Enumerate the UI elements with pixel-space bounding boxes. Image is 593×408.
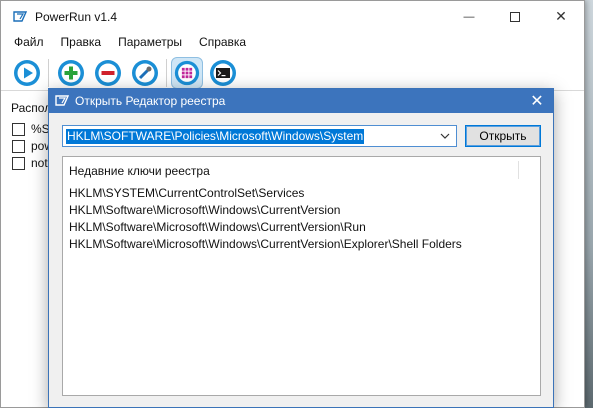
window-title: PowerRun v1.4 — [35, 10, 118, 24]
menu-bar: Файл Правка Параметры Справка — [1, 32, 584, 52]
list-item[interactable]: HKLM\Software\Microsoft\Windows\CurrentV… — [69, 220, 366, 234]
remove-button[interactable] — [92, 57, 124, 89]
app-logo-icon — [55, 95, 69, 106]
minus-icon — [95, 60, 121, 86]
plus-icon — [58, 60, 84, 86]
dialog-title: Открыть Редактор реестра — [75, 94, 226, 108]
column-divider — [518, 161, 519, 179]
run-button[interactable] — [11, 57, 43, 89]
checkbox[interactable] — [12, 156, 25, 170]
console-icon — [210, 60, 236, 86]
checkbox[interactable] — [12, 139, 25, 153]
maximize-icon — [510, 11, 520, 22]
toolbar-separator — [166, 59, 167, 87]
edit-icon — [132, 60, 158, 86]
title-bar[interactable]: PowerRun v1.4 — ✕ — [1, 1, 584, 32]
minimize-button[interactable]: — — [446, 1, 492, 32]
close-button[interactable]: ✕ — [538, 1, 584, 32]
list-header: Недавние ключи реестра — [69, 164, 210, 178]
open-button[interactable]: Открыть — [465, 125, 541, 147]
open-registry-dialog: Открыть Редактор реестра ✕ HKLM\SOFTWARE… — [48, 88, 554, 408]
menu-edit[interactable]: Правка — [52, 35, 110, 49]
dialog-title-bar[interactable]: Открыть Редактор реестра ✕ — [49, 89, 553, 113]
dialog-close-button[interactable]: ✕ — [527, 91, 547, 111]
toolbar-separator — [48, 59, 49, 87]
menu-help[interactable]: Справка — [190, 35, 254, 49]
registry-button[interactable] — [171, 57, 203, 89]
play-icon — [14, 60, 40, 86]
menu-file[interactable]: Файл — [5, 35, 52, 49]
grid-icon — [174, 60, 200, 86]
registry-key-value[interactable]: HKLM\SOFTWARE\Policies\Microsoft\Windows… — [66, 129, 365, 144]
checkbox[interactable] — [12, 122, 25, 136]
list-item[interactable]: HKLM\SYSTEM\CurrentControlSet\Services — [69, 186, 304, 200]
list-item[interactable]: pow — [12, 138, 53, 154]
edit-button[interactable] — [129, 57, 161, 89]
close-icon: ✕ — [530, 93, 544, 110]
app-logo-icon — [13, 11, 27, 22]
maximize-button[interactable] — [492, 1, 538, 32]
chevron-down-icon[interactable] — [438, 129, 452, 143]
console-button[interactable] — [207, 57, 239, 89]
add-button[interactable] — [55, 57, 87, 89]
recent-keys-list[interactable]: Недавние ключи реестра HKLM\SYSTEM\Curre… — [62, 156, 541, 396]
list-item[interactable]: HKLM\Software\Microsoft\Windows\CurrentV… — [69, 237, 462, 251]
list-item[interactable]: HKLM\Software\Microsoft\Windows\CurrentV… — [69, 203, 340, 217]
toolbar — [1, 53, 584, 91]
close-icon: ✕ — [555, 8, 567, 24]
menu-settings[interactable]: Параметры — [109, 35, 190, 49]
minimize-icon: — — [463, 10, 475, 23]
registry-key-combobox[interactable]: HKLM\SOFTWARE\Policies\Microsoft\Windows… — [62, 125, 457, 147]
